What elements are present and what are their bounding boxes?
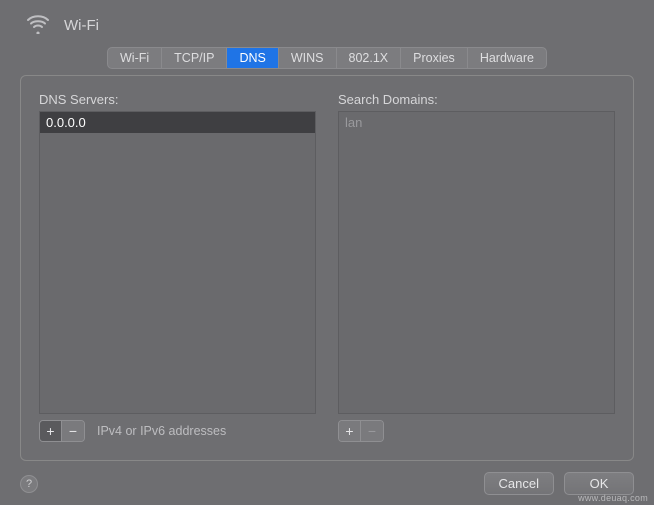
search-domain-placeholder: lan [339,112,614,133]
search-domains-list[interactable]: lan [338,111,615,414]
search-remove-button[interactable]: − [361,421,383,441]
dns-remove-button[interactable]: − [62,421,84,441]
tab-dns[interactable]: DNS [227,48,278,68]
tab-8021x[interactable]: 802.1X [337,48,402,68]
tab-proxies[interactable]: Proxies [401,48,468,68]
help-button[interactable]: ? [20,475,38,493]
ok-button[interactable]: OK [564,472,634,495]
tab-wins[interactable]: WINS [279,48,337,68]
tab-hardware[interactable]: Hardware [468,48,546,68]
tab-wifi[interactable]: Wi-Fi [108,48,162,68]
dns-servers-column: DNS Servers: + − IPv4 or IPv6 addresses [39,92,316,442]
dns-servers-list[interactable] [39,111,316,414]
content-pane: DNS Servers: + − IPv4 or IPv6 addresses … [20,75,634,461]
dns-servers-label: DNS Servers: [39,92,316,107]
page-title: Wi-Fi [64,17,99,34]
tab-tcpip[interactable]: TCP/IP [162,48,227,68]
search-domains-column: Search Domains: lan + − [338,92,615,442]
tab-bar: Wi-Fi TCP/IP DNS WINS 802.1X Proxies Har… [0,47,654,69]
dns-hint: IPv4 or IPv6 addresses [97,424,226,438]
watermark: www.deuaq.com [578,493,648,503]
search-add-button[interactable]: + [339,421,361,441]
cancel-button[interactable]: Cancel [484,472,554,495]
wifi-icon [26,14,50,37]
search-domains-label: Search Domains: [338,92,615,107]
dns-add-remove-group: + − [39,420,85,442]
dns-entry-input[interactable] [40,112,315,133]
dns-add-button[interactable]: + [40,421,62,441]
dns-entry-row[interactable] [40,112,315,133]
search-add-remove-group: + − [338,420,384,442]
